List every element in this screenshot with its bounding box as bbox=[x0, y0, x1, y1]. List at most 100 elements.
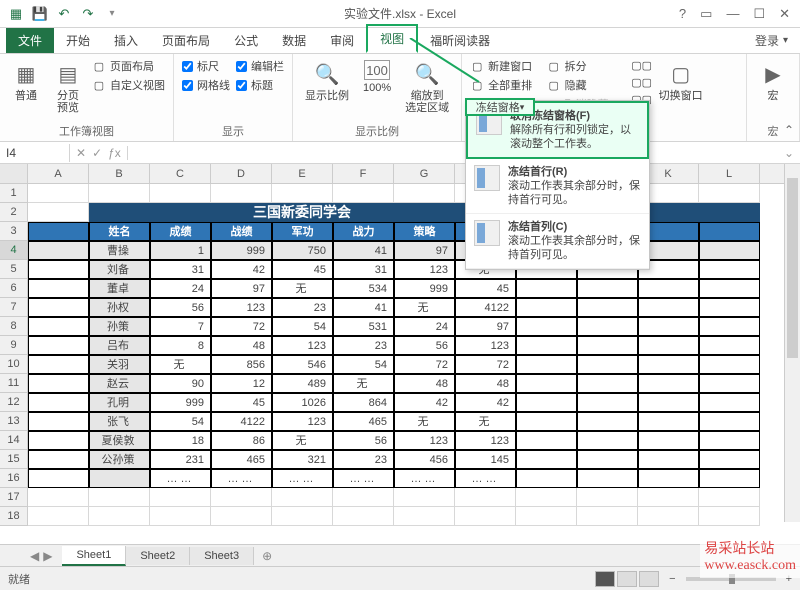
cell[interactable]: … … bbox=[211, 469, 272, 488]
expand-formula-icon[interactable]: ⌄ bbox=[778, 146, 800, 160]
cell[interactable] bbox=[516, 469, 577, 488]
tab-formulas[interactable]: 公式 bbox=[222, 28, 270, 53]
cell[interactable]: 999 bbox=[394, 279, 455, 298]
formulabar-checkbox[interactable]: 编辑栏 bbox=[236, 58, 284, 74]
cell[interactable]: 三国新委同学会 bbox=[89, 203, 516, 222]
cell[interactable] bbox=[577, 469, 638, 488]
cell[interactable] bbox=[577, 336, 638, 355]
cell[interactable]: 42 bbox=[211, 260, 272, 279]
cell[interactable] bbox=[577, 412, 638, 431]
cell[interactable]: 18 bbox=[150, 431, 211, 450]
cell[interactable] bbox=[28, 222, 89, 241]
cell[interactable]: 231 bbox=[150, 450, 211, 469]
cell[interactable]: 531 bbox=[333, 317, 394, 336]
cell[interactable] bbox=[516, 279, 577, 298]
zoom-button[interactable]: 🔍显示比例 bbox=[301, 58, 353, 104]
cell[interactable] bbox=[638, 355, 699, 374]
col-header[interactable]: D bbox=[211, 164, 272, 183]
cell[interactable] bbox=[28, 393, 89, 412]
cell[interactable]: 56 bbox=[333, 431, 394, 450]
collapse-ribbon-icon[interactable]: ⌃ bbox=[784, 123, 794, 137]
col-header[interactable]: C bbox=[150, 164, 211, 183]
help-icon[interactable]: ? bbox=[679, 6, 686, 22]
cell[interactable] bbox=[516, 507, 577, 526]
zoom-out-icon[interactable]: − bbox=[669, 573, 675, 585]
zoom-selection-button[interactable]: 🔍缩放到 选定区域 bbox=[401, 58, 453, 116]
cell[interactable]: 465 bbox=[211, 450, 272, 469]
formula-input[interactable] bbox=[128, 151, 778, 155]
tab-insert[interactable]: 插入 bbox=[102, 28, 150, 53]
cell[interactable]: 成绩 bbox=[150, 222, 211, 241]
cell[interactable]: 48 bbox=[394, 374, 455, 393]
row-header[interactable]: 11 bbox=[0, 374, 28, 393]
col-header[interactable]: A bbox=[28, 164, 89, 183]
page-layout-button[interactable]: ▢页面布局 bbox=[92, 58, 165, 74]
cell[interactable]: 无 bbox=[394, 412, 455, 431]
cell[interactable] bbox=[699, 431, 760, 450]
cell[interactable]: 123 bbox=[455, 431, 516, 450]
cell[interactable]: 42 bbox=[455, 393, 516, 412]
row-header[interactable]: 13 bbox=[0, 412, 28, 431]
enter-formula-icon[interactable]: ✓ bbox=[92, 146, 102, 160]
cell[interactable] bbox=[394, 488, 455, 507]
cell[interactable]: 无 bbox=[272, 431, 333, 450]
cell[interactable]: 123 bbox=[272, 336, 333, 355]
cell[interactable] bbox=[577, 450, 638, 469]
cell[interactable]: 吕布 bbox=[89, 336, 150, 355]
split-button[interactable]: ▢拆分 bbox=[547, 58, 609, 74]
cell[interactable]: 534 bbox=[333, 279, 394, 298]
cell[interactable] bbox=[577, 431, 638, 450]
cell[interactable] bbox=[394, 184, 455, 203]
sheet-prev-icon[interactable]: ◀ bbox=[30, 549, 39, 563]
cell[interactable] bbox=[211, 507, 272, 526]
undo-icon[interactable]: ↶ bbox=[56, 6, 72, 22]
cell[interactable]: 546 bbox=[272, 355, 333, 374]
cell[interactable] bbox=[28, 431, 89, 450]
cell[interactable]: 56 bbox=[150, 298, 211, 317]
tab-view[interactable]: 视图 bbox=[366, 24, 418, 53]
cell[interactable]: 56 bbox=[394, 336, 455, 355]
tab-foxit[interactable]: 福昕阅读器 bbox=[418, 28, 502, 53]
cell[interactable]: 策略 bbox=[394, 222, 455, 241]
cell[interactable]: 321 bbox=[272, 450, 333, 469]
row-header[interactable]: 15 bbox=[0, 450, 28, 469]
col-header[interactable]: F bbox=[333, 164, 394, 183]
cell[interactable] bbox=[28, 336, 89, 355]
cell[interactable]: 90 bbox=[150, 374, 211, 393]
cell[interactable] bbox=[28, 374, 89, 393]
cell[interactable] bbox=[333, 488, 394, 507]
cell[interactable] bbox=[272, 184, 333, 203]
cell[interactable] bbox=[28, 488, 89, 507]
cell[interactable]: 23 bbox=[333, 336, 394, 355]
cell[interactable] bbox=[455, 488, 516, 507]
custom-views-button[interactable]: ▢自定义视图 bbox=[92, 77, 165, 93]
row-header[interactable]: 9 bbox=[0, 336, 28, 355]
normal-view-button[interactable]: ▦普通 bbox=[8, 58, 44, 104]
freeze-first-col-item[interactable]: 冻结首列(C)滚动工作表其余部分时，保持首列可见。 bbox=[466, 214, 649, 269]
cell[interactable]: 41 bbox=[333, 298, 394, 317]
cell[interactable]: 4122 bbox=[455, 298, 516, 317]
ribbon-options-icon[interactable]: ▭ bbox=[700, 6, 712, 22]
cell[interactable] bbox=[577, 279, 638, 298]
headings-checkbox[interactable]: 标题 bbox=[236, 77, 284, 93]
cell[interactable] bbox=[89, 469, 150, 488]
cell[interactable] bbox=[272, 488, 333, 507]
cell[interactable]: 54 bbox=[333, 355, 394, 374]
cell[interactable]: 1 bbox=[150, 241, 211, 260]
row-header[interactable]: 8 bbox=[0, 317, 28, 336]
cell[interactable] bbox=[699, 203, 760, 222]
row-header[interactable]: 2 bbox=[0, 203, 28, 222]
cell[interactable] bbox=[577, 374, 638, 393]
cell[interactable] bbox=[577, 488, 638, 507]
cell[interactable]: 41 bbox=[333, 241, 394, 260]
cell[interactable] bbox=[516, 450, 577, 469]
cell[interactable] bbox=[272, 507, 333, 526]
cell[interactable] bbox=[638, 336, 699, 355]
cell[interactable] bbox=[28, 184, 89, 203]
pagebreak-view-icon[interactable] bbox=[639, 571, 659, 587]
cell[interactable]: 72 bbox=[455, 355, 516, 374]
cell[interactable] bbox=[699, 412, 760, 431]
cell[interactable] bbox=[577, 507, 638, 526]
cell[interactable] bbox=[516, 412, 577, 431]
cell[interactable] bbox=[455, 507, 516, 526]
